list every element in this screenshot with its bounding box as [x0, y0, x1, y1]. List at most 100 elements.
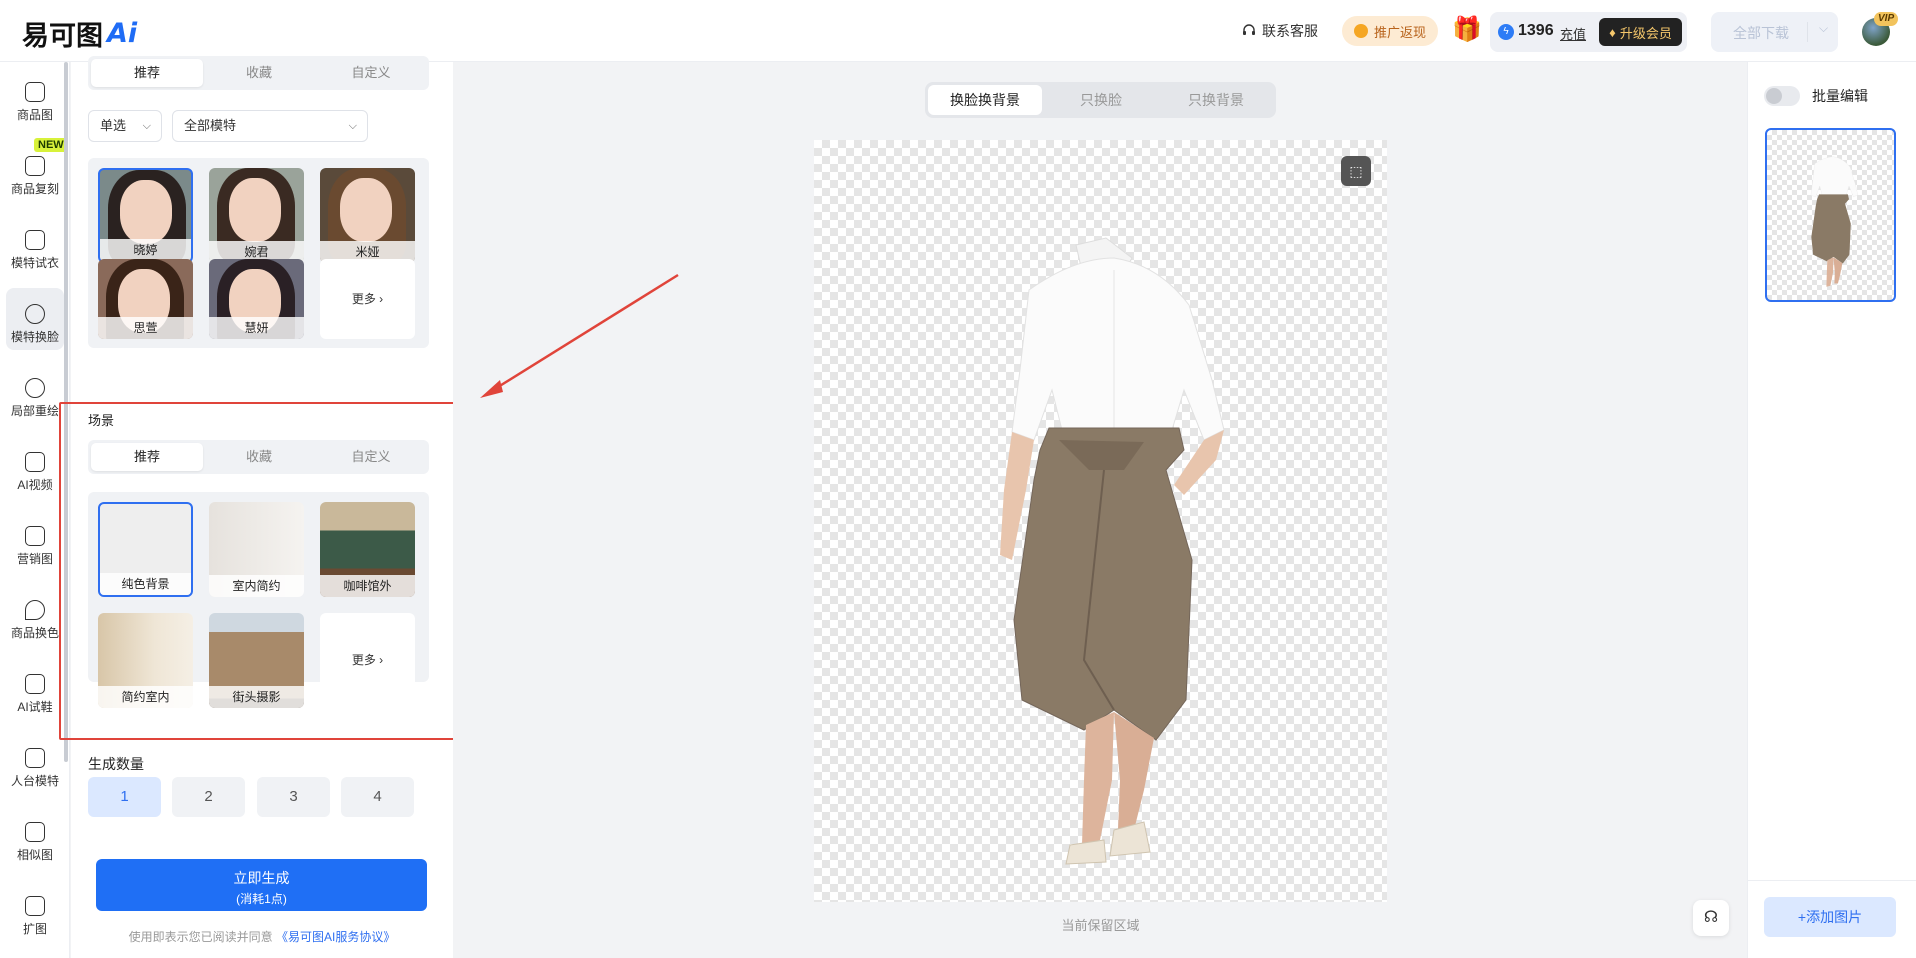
- nav-label: AI视频: [17, 478, 53, 492]
- tab-favorites[interactable]: 收藏: [203, 59, 315, 87]
- nav-item-product-image[interactable]: 商品图: [6, 66, 64, 128]
- logo-text: 易可图: [22, 21, 103, 52]
- nav-item-expand[interactable]: 扩图: [6, 880, 64, 942]
- mode-tabs: 换脸换背景 只换脸 只换背景: [925, 82, 1276, 118]
- tab-swap-bg-only[interactable]: 只换背景: [1159, 85, 1273, 115]
- quantity-option-3[interactable]: 3: [257, 777, 330, 817]
- canvas-area: 换脸换背景 只换脸 只换背景 ⬚ 当前保留区域 ☊: [453, 62, 1747, 958]
- right-panel: 批量编辑 +添加图片: [1747, 62, 1916, 958]
- model-face: [229, 178, 281, 242]
- quantity-option-1[interactable]: 1: [88, 777, 161, 817]
- select-mode-value: 单选: [100, 118, 127, 133]
- model-thumb-xiaoting[interactable]: 晓婷: [98, 168, 193, 263]
- expand-icon: [25, 896, 45, 916]
- chevron-down-icon[interactable]: ⌵: [1819, 21, 1828, 36]
- select-mode-dropdown[interactable]: 单选 ⌵: [88, 110, 162, 142]
- chevron-right-icon: ›: [379, 292, 384, 306]
- avatar[interactable]: VIP: [1862, 12, 1899, 46]
- recharge-link[interactable]: 充值: [1560, 24, 1586, 43]
- model-tabs: 推荐 收藏 自定义: [88, 56, 429, 90]
- generate-cost: (消耗1点): [236, 892, 287, 906]
- upgrade-vip-button[interactable]: ♦ 升级会员: [1599, 18, 1682, 46]
- model-type-dropdown[interactable]: 全部模特 ⌵: [172, 110, 368, 142]
- toggle-knob: [1766, 88, 1782, 104]
- generate-button[interactable]: 立即生成 (消耗1点): [96, 859, 427, 911]
- model-name: 晓婷: [100, 239, 191, 261]
- agreement-link[interactable]: 《易可图AI服务协议》: [276, 930, 395, 944]
- customer-service-icon[interactable]: ☊: [1693, 900, 1729, 936]
- nav-label: 模特换脸: [10, 330, 59, 344]
- nav-item-partial-redraw[interactable]: 局部重绘: [6, 362, 64, 424]
- model-thumb-sixuan[interactable]: 思萱: [98, 259, 193, 339]
- quantity-label: 生成数量: [88, 756, 144, 772]
- image-icon: [25, 822, 45, 842]
- nav-label: 商品图: [16, 108, 53, 122]
- nav-item-recolor[interactable]: 商品换色: [6, 584, 64, 646]
- nav-item-similar[interactable]: 相似图: [6, 806, 64, 868]
- more-models-button[interactable]: 更多 ›: [320, 259, 415, 339]
- model-face: [340, 178, 392, 242]
- tab-custom[interactable]: 自定义: [315, 59, 427, 87]
- credit-bolt-icon: ϟ: [1498, 24, 1514, 40]
- tab-swap-face-bg[interactable]: 换脸换背景: [928, 85, 1042, 115]
- mannequin-icon: [25, 748, 45, 768]
- upgrade-label: 升级会员: [1619, 25, 1672, 41]
- tshirt-icon: [25, 230, 45, 250]
- batch-edit-toggle[interactable]: [1764, 86, 1800, 106]
- download-all-button[interactable]: 全部下载 ⌵: [1711, 12, 1838, 52]
- more-label: 更多: [351, 292, 376, 306]
- logo[interactable]: 易可图 Ai: [22, 14, 137, 53]
- coin-icon: [1354, 24, 1368, 38]
- shoe-icon: [25, 674, 45, 694]
- add-image-button[interactable]: +添加图片: [1764, 897, 1896, 937]
- nav-item-model-faceswap[interactable]: 模特换脸: [6, 288, 64, 350]
- chevron-down-icon: ⌵: [142, 120, 151, 132]
- uploaded-image-thumb[interactable]: [1765, 128, 1896, 302]
- agreement-prefix: 使用即表示您已阅读并同意: [128, 930, 273, 944]
- face-edit-icon: [25, 378, 45, 398]
- new-badge: NEW: [34, 138, 68, 152]
- nav-label: 商品换色: [10, 626, 59, 640]
- gift-icon[interactable]: 🎁: [1452, 16, 1482, 44]
- preview-stage[interactable]: ⬚: [814, 140, 1387, 902]
- nav-item-product-copy[interactable]: NEW 商品复刻: [6, 138, 68, 202]
- nav-label: 商品复刻: [10, 182, 59, 196]
- promo-cashback-button[interactable]: 推广返现: [1342, 16, 1439, 46]
- nav-label: 扩图: [22, 922, 47, 936]
- bag-icon: [25, 82, 45, 102]
- nav-item-marketing[interactable]: 营销图: [6, 510, 64, 572]
- selection-tool-icon[interactable]: ⬚: [1341, 156, 1371, 186]
- diamond-icon: ♦: [1609, 24, 1616, 40]
- face-icon: [25, 304, 45, 324]
- nav-item-mannequin[interactable]: 人台模特: [6, 732, 64, 794]
- model-type-value: 全部模特: [184, 118, 237, 133]
- model-thumb-wanjun[interactable]: 婉君: [209, 168, 304, 263]
- product-garment-figure: [1000, 237, 1225, 865]
- tab-recommend[interactable]: 推荐: [91, 59, 203, 87]
- quantity-option-4[interactable]: 4: [341, 777, 414, 817]
- generate-label: 立即生成: [233, 870, 290, 886]
- download-all-label: 全部下载: [1733, 25, 1789, 41]
- divider: [1748, 880, 1916, 881]
- logo-ai-text: Ai: [107, 18, 138, 49]
- poster-icon: [25, 526, 45, 546]
- nav-item-ai-shoe[interactable]: AI试鞋: [6, 658, 64, 720]
- contact-support-button[interactable]: 联系客服: [1242, 21, 1318, 41]
- model-thumb-miya[interactable]: 米娅: [320, 168, 415, 263]
- vip-badge: VIP: [1874, 12, 1899, 26]
- nav-label: 人台模特: [10, 774, 59, 788]
- nav-label: 营销图: [16, 552, 53, 566]
- thumb-garment-figure: [1810, 156, 1859, 287]
- tab-swap-face-only[interactable]: 只换脸: [1044, 85, 1158, 115]
- nav-label: 局部重绘: [10, 404, 59, 418]
- nav-label: AI试鞋: [17, 700, 53, 714]
- model-thumb-huiyan[interactable]: 慧妍: [209, 259, 304, 339]
- model-face: [120, 180, 172, 244]
- stage-caption: 当前保留区域: [1061, 918, 1140, 933]
- contact-label: 联系客服: [1262, 23, 1318, 39]
- nav-label: 相似图: [16, 848, 53, 862]
- nav-item-model-tryon[interactable]: 模特试衣: [6, 214, 64, 276]
- batch-edit-label: 批量编辑: [1812, 88, 1868, 104]
- nav-item-ai-video[interactable]: AI视频: [6, 436, 64, 498]
- quantity-option-2[interactable]: 2: [172, 777, 245, 817]
